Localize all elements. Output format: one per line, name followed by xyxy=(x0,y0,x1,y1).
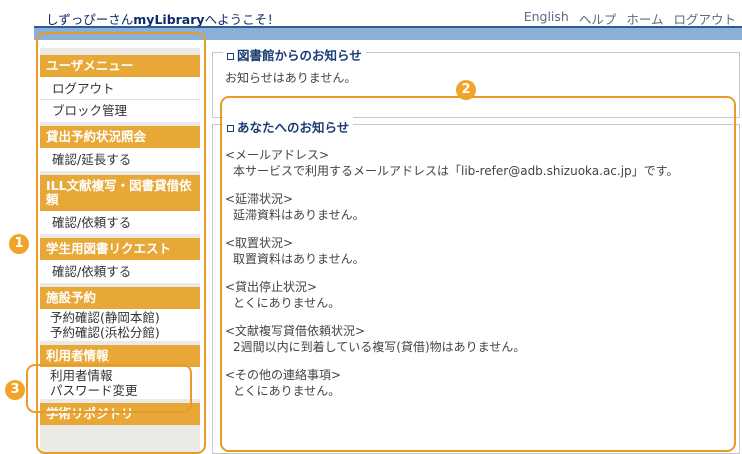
top-header: しずっぴーさんmyLibraryへようこそ！ English ヘルプ ホーム ロ… xyxy=(34,8,742,27)
notice-item-copy-request: <文献複写貸借依頼状況> 2週間以内に到着している複写(貸借)物はありません。 xyxy=(225,323,731,355)
welcome-library-name: myLibrary xyxy=(133,12,205,27)
library-notice-panel: 図書館からのお知らせ お知らせはありません。 xyxy=(212,45,740,118)
notice-item-other: <その他の連絡事項> とくにありません。 xyxy=(225,367,731,399)
library-notice-text: お知らせはありません。 xyxy=(225,71,357,85)
notice-item-title: <その他の連絡事項> xyxy=(225,368,342,382)
notice-item-hold: <取置状況> 取置資料はありません。 xyxy=(225,235,731,267)
section-repository[interactable]: 学術リポジトリ xyxy=(40,403,200,425)
personal-notice-panel: あなたへのお知らせ <メールアドレス> 本サービスで利用するメールアドレスは「l… xyxy=(212,117,740,454)
notice-item-detail: 延滞資料はありません。 xyxy=(233,208,365,222)
notice-item-title: <メールアドレス> xyxy=(225,148,330,162)
section-loan-status: 貸出予約状況照会 xyxy=(40,126,200,148)
library-notice-title: 図書館からのお知らせ xyxy=(223,45,366,64)
notice-item-overdue: <延滞状況> 延滞資料はありません。 xyxy=(225,191,731,223)
sidebar-item-password-change[interactable]: パスワード変更 xyxy=(40,383,200,398)
welcome-user: しずっぴーさん xyxy=(46,12,134,27)
section-facility-reservation: 施設予約 xyxy=(40,287,200,309)
section-user-menu: ユーザメニュー xyxy=(40,55,200,77)
notice-item-title: <文献複写貸借依頼状況> xyxy=(225,324,366,338)
annotation-badge-3: 3 xyxy=(5,380,25,400)
notice-item-detail: 本サービスで利用するメールアドレスは「lib-refer@adb.shizuok… xyxy=(233,164,679,178)
welcome-tail: へようこそ！ xyxy=(204,12,280,27)
annotation-badge-2: 2 xyxy=(456,80,476,100)
notice-item-email: <メールアドレス> 本サービスで利用するメールアドレスは「lib-refer@a… xyxy=(225,147,731,179)
section-user-info: 利用者情報 xyxy=(40,345,200,367)
notice-item-detail: とくにありません。 xyxy=(233,296,341,310)
personal-notice-title: あなたへのお知らせ xyxy=(223,117,354,136)
notice-item-detail: 取置資料はありません。 xyxy=(233,252,365,266)
notice-item-title: <延滞状況> xyxy=(225,192,294,206)
user-menu-sidebar: ユーザメニュー ログアウト ブロック管理 貸出予約状況照会 確認/延長する IL… xyxy=(40,48,200,454)
sidebar-item-block-management[interactable]: ブロック管理 xyxy=(40,100,200,121)
section-book-request: 学生用図書リクエスト xyxy=(40,238,200,260)
notice-item-title: <取置状況> xyxy=(225,236,294,250)
sidebar-item-loan-confirm[interactable]: 確認/延長する xyxy=(40,149,200,170)
sidebar-item-request-confirm[interactable]: 確認/依頼する xyxy=(40,261,200,282)
sidebar-item-user-info[interactable]: 利用者情報 xyxy=(40,368,200,383)
annotation-badge-1: 1 xyxy=(9,234,29,254)
notice-item-title: <貸出停止状況> xyxy=(225,280,318,294)
sidebar-item-ill-confirm[interactable]: 確認/依頼する xyxy=(40,212,200,233)
notice-item-detail: 2週間以内に到着している複写(貸借)物はありません。 xyxy=(233,340,526,354)
personal-notice-list: <メールアドレス> 本サービスで利用するメールアドレスは「lib-refer@a… xyxy=(225,147,731,411)
sidebar-item-reserve-shizuoka[interactable]: 予約確認(静岡本館) xyxy=(40,310,200,325)
notice-item-detail: とくにありません。 xyxy=(233,384,341,398)
notice-item-suspension: <貸出停止状況> とくにありません。 xyxy=(225,279,731,311)
sidebar-item-logout[interactable]: ログアウト xyxy=(40,78,200,100)
header-divider-bar xyxy=(34,26,742,40)
sidebar-item-reserve-hamamatsu[interactable]: 予約確認(浜松分館) xyxy=(40,325,200,340)
section-ill-request: ILL文献複写・図書貸借依頼 xyxy=(40,175,200,211)
